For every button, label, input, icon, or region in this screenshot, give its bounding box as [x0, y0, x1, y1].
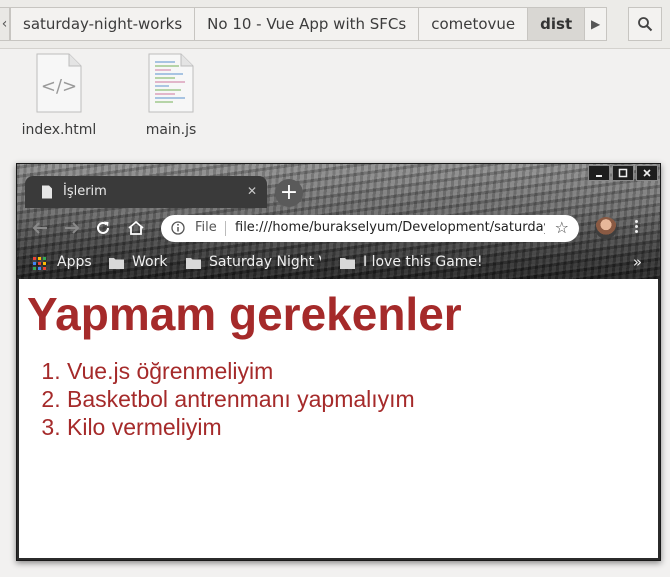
file-manager-pathbar: ‹ saturday-night-works No 10 - Vue App w…: [0, 0, 670, 49]
browser-window: İşlerim ✕ + File file:///home/burakselyu…: [16, 163, 661, 561]
todo-list: Vue.js öğrenmeliyim Basketbol antrenmanı…: [19, 357, 415, 441]
file-label: main.js: [145, 122, 197, 138]
tab-title: İşlerim: [63, 184, 107, 199]
bookmark-i-love-this-game[interactable]: I love this Game!: [363, 254, 483, 270]
home-icon[interactable]: [127, 220, 145, 236]
breadcrumb-item-current[interactable]: dist: [528, 7, 586, 41]
close-icon: [643, 169, 651, 177]
url-text[interactable]: file:///home/burakselyum/Development/sat…: [235, 220, 545, 235]
page-title: Yapmam gerekenler: [27, 288, 462, 340]
svg-text:</>: </>: [41, 76, 77, 97]
address-separator: [225, 221, 226, 236]
breadcrumb: saturday-night-works No 10 - Vue App wit…: [10, 7, 608, 41]
path-scroll-left-button[interactable]: ‹: [0, 7, 10, 41]
reload-icon[interactable]: [95, 220, 111, 236]
minimize-button[interactable]: [588, 165, 610, 181]
minimize-icon: [596, 175, 602, 177]
bookmark-star-icon[interactable]: ☆: [555, 218, 569, 237]
bookmarks-overflow-button[interactable]: »: [633, 253, 642, 271]
window-controls: [586, 165, 658, 181]
file-index-html[interactable]: </> index.html: [14, 52, 104, 138]
page-content: Yapmam gerekenler Vue.js öğrenmeliyim Ba…: [19, 279, 658, 558]
back-arrow-icon[interactable]: [31, 220, 49, 236]
close-window-button[interactable]: [636, 165, 658, 181]
folder-icon: [109, 258, 124, 269]
breadcrumb-item[interactable]: cometovue: [419, 7, 529, 41]
list-item: Vue.js öğrenmeliyim: [67, 357, 415, 385]
browser-menu-icon[interactable]: [631, 218, 641, 235]
page-favicon-icon: [42, 185, 52, 199]
bookmark-work[interactable]: Work: [132, 254, 167, 270]
scheme-label: File: [195, 220, 217, 235]
address-bar[interactable]: File file:///home/burakselyum/Developmen…: [161, 215, 579, 242]
html-file-icon: </>: [36, 53, 82, 113]
browser-toolbar: File file:///home/burakselyum/Developmen…: [17, 208, 660, 248]
maximize-icon: [618, 168, 628, 178]
search-button[interactable]: [628, 7, 662, 41]
info-icon[interactable]: [171, 221, 185, 235]
maximize-button[interactable]: [612, 165, 634, 181]
apps-grid-icon: [33, 257, 46, 270]
js-file-icon: [148, 53, 194, 113]
folder-icon: [186, 258, 201, 269]
path-scroll-right-button[interactable]: ▶: [585, 7, 608, 41]
browser-tab[interactable]: İşlerim ✕: [25, 176, 267, 208]
list-item: Kilo vermeliyim: [67, 413, 415, 441]
file-label: index.html: [21, 122, 97, 138]
bookmark-saturday-night[interactable]: Saturday Night V: [209, 254, 321, 270]
profile-avatar[interactable]: [595, 217, 617, 239]
breadcrumb-item[interactable]: saturday-night-works: [10, 7, 196, 41]
new-tab-button[interactable]: +: [275, 179, 303, 207]
file-main-js[interactable]: main.js: [126, 52, 216, 138]
list-item: Basketbol antrenmanı yapmalıyım: [67, 385, 415, 413]
tab-close-icon[interactable]: ✕: [247, 184, 257, 198]
forward-arrow-icon[interactable]: [63, 220, 81, 236]
bookmarks-bar: Apps Work Saturday Night V I love this G…: [17, 248, 660, 278]
search-icon: [638, 17, 653, 32]
folder-icon: [340, 258, 355, 269]
bookmark-apps[interactable]: Apps: [57, 254, 92, 270]
breadcrumb-item[interactable]: No 10 - Vue App with SFCs: [195, 7, 420, 41]
